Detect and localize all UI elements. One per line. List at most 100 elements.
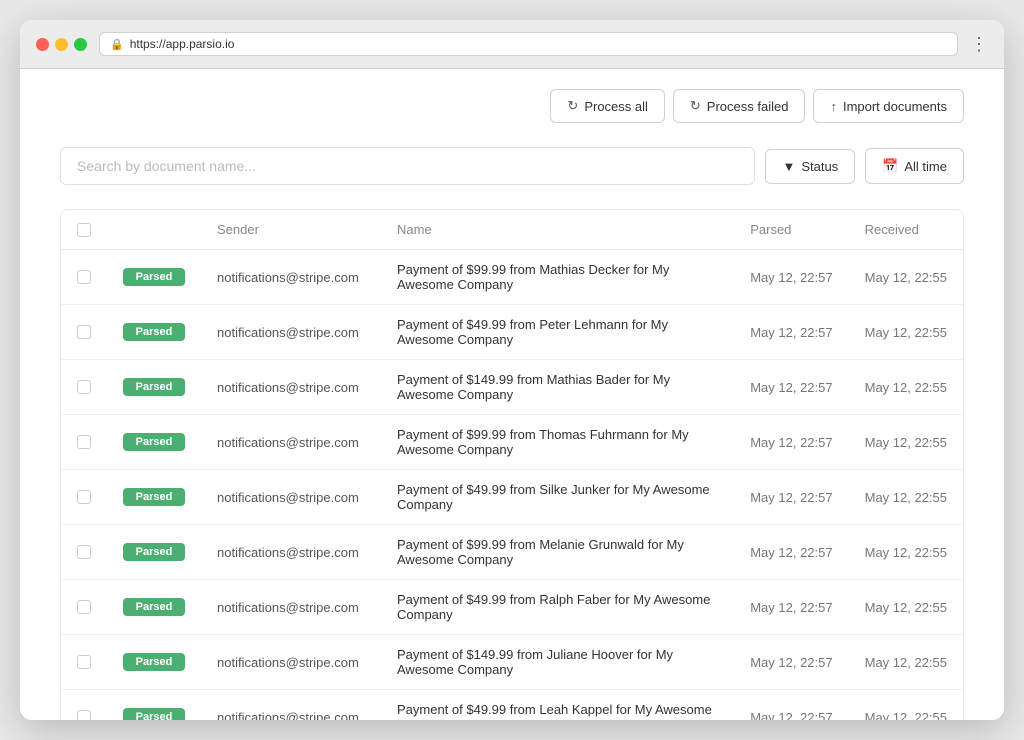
row-status-cell: Parsed [107,580,201,635]
row-status-cell: Parsed [107,635,201,690]
browser-dots [36,38,87,51]
row-parsed-cell: May 12, 22:57 [734,250,848,305]
header-status [107,210,201,250]
row-checkbox[interactable] [77,270,91,284]
page-content: ↻ Process all ↻ Process failed ↑ Import … [20,69,1004,720]
row-name-cell: Payment of $149.99 from Juliane Hoover f… [381,635,734,690]
row-received-cell: May 12, 22:55 [849,580,963,635]
row-checkbox-cell [61,635,107,690]
import-documents-label: Import documents [843,99,947,114]
row-checkbox-cell [61,305,107,360]
table-header-row: Sender Name Parsed Received [61,210,963,250]
table-row[interactable]: Parsed notifications@stripe.com Payment … [61,525,963,580]
process-failed-label: Process failed [707,99,789,114]
row-name-cell: Payment of $99.99 from Thomas Fuhrmann f… [381,415,734,470]
search-filter-row: ▼ Status 📅 All time [60,147,964,185]
lock-icon: 🔒 [110,38,124,51]
row-name-cell: Payment of $49.99 from Leah Kappel for M… [381,690,734,721]
table-row[interactable]: Parsed notifications@stripe.com Payment … [61,250,963,305]
row-received-cell: May 12, 22:55 [849,415,963,470]
row-received-cell: May 12, 22:55 [849,690,963,721]
row-checkbox-cell [61,415,107,470]
row-name-cell: Payment of $149.99 from Mathias Bader fo… [381,360,734,415]
documents-table: Sender Name Parsed Received Parsed notif… [61,210,963,720]
status-badge: Parsed [123,488,185,506]
row-checkbox-cell [61,525,107,580]
row-sender-cell: notifications@stripe.com [201,525,381,580]
header-name: Name [381,210,734,250]
dot-red[interactable] [36,38,49,51]
row-checkbox[interactable] [77,325,91,339]
table-row[interactable]: Parsed notifications@stripe.com Payment … [61,635,963,690]
row-name-cell: Payment of $99.99 from Melanie Grunwald … [381,525,734,580]
row-status-cell: Parsed [107,360,201,415]
refresh-icon: ↻ [567,98,578,114]
row-sender-cell: notifications@stripe.com [201,580,381,635]
row-name-cell: Payment of $99.99 from Mathias Decker fo… [381,250,734,305]
toolbar: ↻ Process all ↻ Process failed ↑ Import … [60,89,964,123]
row-checkbox[interactable] [77,655,91,669]
time-filter-label: All time [904,159,947,174]
browser-address-bar[interactable]: 🔒 https://app.parsio.io [99,32,958,56]
row-status-cell: Parsed [107,470,201,525]
row-received-cell: May 12, 22:55 [849,250,963,305]
row-sender-cell: notifications@stripe.com [201,415,381,470]
row-received-cell: May 12, 22:55 [849,470,963,525]
row-checkbox-cell [61,690,107,721]
browser-titlebar: 🔒 https://app.parsio.io ⋮ [20,20,1004,69]
table-row[interactable]: Parsed notifications@stripe.com Payment … [61,415,963,470]
search-input[interactable] [60,147,755,185]
table-row[interactable]: Parsed notifications@stripe.com Payment … [61,305,963,360]
refresh-failed-icon: ↻ [690,98,701,114]
row-parsed-cell: May 12, 22:57 [734,360,848,415]
row-sender-cell: notifications@stripe.com [201,360,381,415]
status-filter-label: Status [801,159,838,174]
row-status-cell: Parsed [107,415,201,470]
select-all-checkbox[interactable] [77,223,91,237]
table-row[interactable]: Parsed notifications@stripe.com Payment … [61,470,963,525]
status-badge: Parsed [123,653,185,671]
url-text: https://app.parsio.io [130,37,235,51]
status-badge: Parsed [123,433,185,451]
row-checkbox[interactable] [77,545,91,559]
row-sender-cell: notifications@stripe.com [201,305,381,360]
row-status-cell: Parsed [107,690,201,721]
row-received-cell: May 12, 22:55 [849,360,963,415]
row-status-cell: Parsed [107,305,201,360]
row-checkbox[interactable] [77,710,91,720]
table-row[interactable]: Parsed notifications@stripe.com Payment … [61,580,963,635]
row-name-cell: Payment of $49.99 from Silke Junker for … [381,470,734,525]
process-failed-button[interactable]: ↻ Process failed [673,89,806,123]
table-row[interactable]: Parsed notifications@stripe.com Payment … [61,690,963,721]
browser-menu-icon[interactable]: ⋮ [970,34,988,55]
status-badge: Parsed [123,323,185,341]
process-all-button[interactable]: ↻ Process all [550,89,664,123]
status-badge: Parsed [123,543,185,561]
row-parsed-cell: May 12, 22:57 [734,690,848,721]
row-sender-cell: notifications@stripe.com [201,470,381,525]
row-sender-cell: notifications@stripe.com [201,250,381,305]
row-checkbox[interactable] [77,600,91,614]
status-badge: Parsed [123,708,185,720]
status-badge: Parsed [123,268,185,286]
row-checkbox-cell [61,360,107,415]
row-parsed-cell: May 12, 22:57 [734,470,848,525]
row-checkbox[interactable] [77,380,91,394]
row-parsed-cell: May 12, 22:57 [734,415,848,470]
calendar-icon: 📅 [882,158,898,174]
header-parsed: Parsed [734,210,848,250]
row-checkbox[interactable] [77,435,91,449]
row-parsed-cell: May 12, 22:57 [734,635,848,690]
dot-green[interactable] [74,38,87,51]
time-filter-button[interactable]: 📅 All time [865,148,964,184]
row-name-cell: Payment of $49.99 from Ralph Faber for M… [381,580,734,635]
browser-window: 🔒 https://app.parsio.io ⋮ ↻ Process all … [20,20,1004,720]
table-row[interactable]: Parsed notifications@stripe.com Payment … [61,360,963,415]
row-received-cell: May 12, 22:55 [849,525,963,580]
dot-yellow[interactable] [55,38,68,51]
row-checkbox[interactable] [77,490,91,504]
row-sender-cell: notifications@stripe.com [201,690,381,721]
row-status-cell: Parsed [107,525,201,580]
import-documents-button[interactable]: ↑ Import documents [813,89,964,123]
status-filter-button[interactable]: ▼ Status [765,149,855,184]
